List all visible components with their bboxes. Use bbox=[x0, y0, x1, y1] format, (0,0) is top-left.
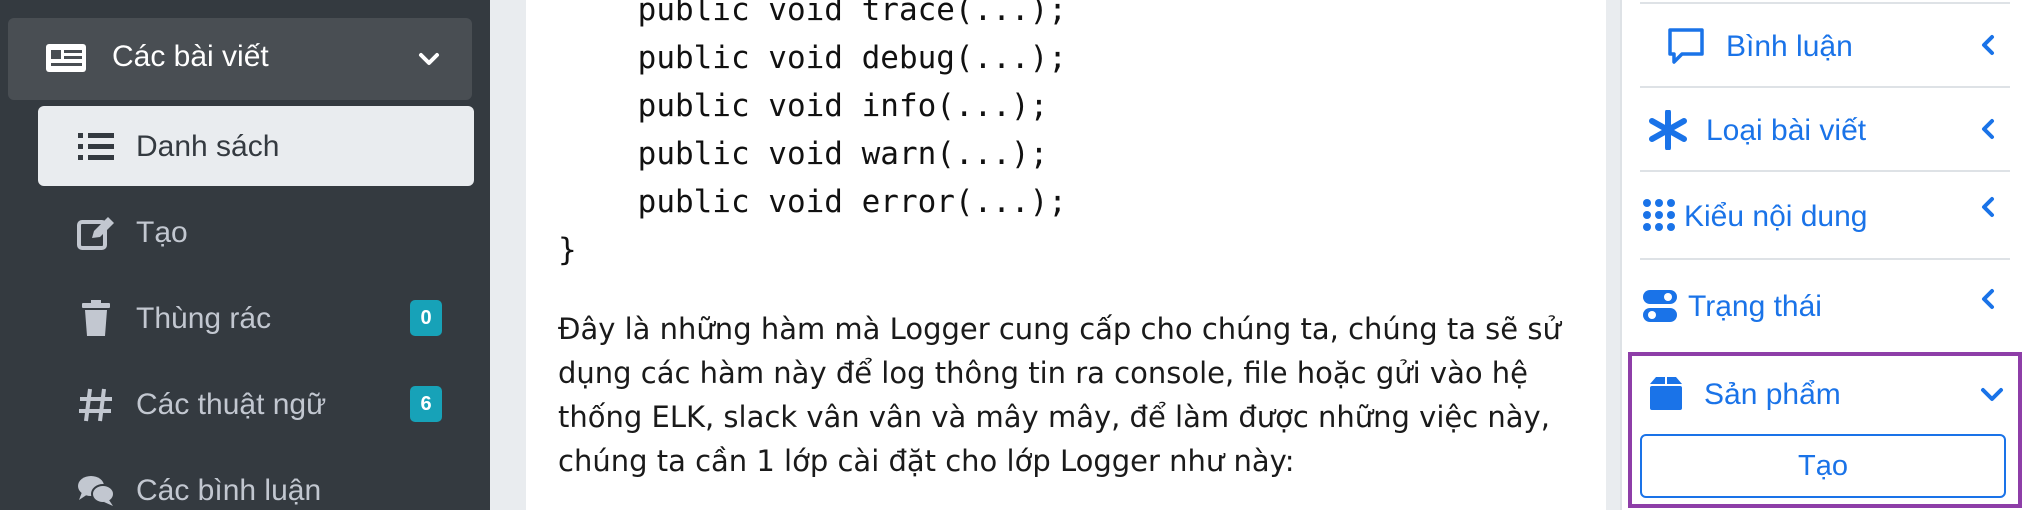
sidebar-item-label: Các thuật ngữ bbox=[136, 388, 327, 421]
list-icon bbox=[78, 133, 114, 160]
chevron-left-icon bbox=[1982, 119, 1994, 139]
chevron-down-icon bbox=[1981, 388, 2003, 401]
create-product-button[interactable]: Tạo bbox=[1640, 434, 2006, 498]
code-line: public void warn(...); bbox=[563, 136, 1049, 172]
panel-item-post-type[interactable]: Loại bài viết bbox=[1640, 88, 2010, 172]
chevron-down-icon bbox=[419, 53, 439, 65]
trash-icon bbox=[82, 300, 110, 336]
panel-item-label: Loại bài viết bbox=[1706, 114, 1867, 147]
panel-item-label: Bình luận bbox=[1726, 30, 1853, 63]
grid-icon bbox=[1643, 199, 1675, 231]
sidebar-item-trash[interactable]: Thùng rác 0 bbox=[38, 278, 474, 358]
chevron-left-icon bbox=[1982, 289, 1994, 309]
comments-icon bbox=[78, 476, 115, 506]
panel-item-content-type[interactable]: Kiểu nội dung bbox=[1640, 172, 2010, 260]
sidebar-item-label: Các bình luận bbox=[136, 474, 322, 507]
chevron-left-icon bbox=[1982, 197, 1994, 217]
paragraph-line: thống ELK, slack vân vân và mây mây, để … bbox=[558, 400, 1550, 434]
paragraph-line: chúng ta cần 1 lớp cài đặt cho lớp Logge… bbox=[558, 444, 1295, 478]
sidebar-item-terms[interactable]: Các thuật ngữ 6 bbox=[38, 364, 474, 444]
sidebar-item-list[interactable]: Danh sách bbox=[38, 106, 474, 186]
right-panel: Bình luận Loại bài viết Kiểu nội dung Tr… bbox=[1620, 0, 2026, 510]
comment-icon bbox=[1668, 28, 1704, 64]
chevron-left-icon bbox=[1982, 35, 1994, 55]
panel-item-product[interactable]: Sản phẩm bbox=[1632, 356, 2018, 432]
code-line: public void info(...); bbox=[563, 88, 1049, 124]
hashtag-icon bbox=[79, 388, 112, 422]
main-content: public void trace(...); public void debu… bbox=[490, 0, 1620, 510]
trash-count-badge: 0 bbox=[410, 300, 442, 336]
code-line: public void debug(...); bbox=[563, 40, 1067, 76]
sidebar-item-label: Tạo bbox=[136, 216, 188, 249]
panel-item-label: Trạng thái bbox=[1688, 290, 1822, 323]
sidebar: Các bài viết Danh sách Tạo Thùng rác 0 C… bbox=[0, 0, 490, 510]
sidebar-item-comments[interactable]: Các bình luận bbox=[38, 450, 474, 510]
sidebar-group-posts[interactable]: Các bài viết bbox=[8, 18, 472, 100]
panel-item-status[interactable]: Trạng thái bbox=[1640, 260, 2010, 348]
sidebar-item-label: Danh sách bbox=[136, 130, 280, 163]
box-icon bbox=[1650, 377, 1682, 410]
paragraph-line: dụng các hàm này để log thông tin ra con… bbox=[558, 356, 1529, 390]
code-line: } bbox=[558, 232, 577, 268]
edit-icon bbox=[77, 217, 114, 250]
asterisk-icon bbox=[1649, 110, 1687, 150]
terms-count-badge: 6 bbox=[410, 386, 442, 422]
paragraph-line: Đây là những hàm mà Logger cung cấp cho … bbox=[558, 312, 1561, 346]
sidebar-item-create[interactable]: Tạo bbox=[38, 192, 474, 272]
product-section: Sản phẩm Tạo bbox=[1628, 352, 2022, 508]
panel-item-label: Kiểu nội dung bbox=[1684, 200, 1868, 233]
code-line: public void error(...); bbox=[563, 184, 1067, 220]
sidebar-group-label: Các bài viết bbox=[112, 40, 269, 73]
panel-item-label: Sản phẩm bbox=[1704, 378, 1841, 411]
article-body: public void trace(...); public void debu… bbox=[526, 0, 1606, 510]
sidebar-item-label: Thùng rác bbox=[136, 302, 272, 335]
code-line: public void trace(...); bbox=[563, 0, 1067, 28]
newspaper-icon bbox=[46, 44, 86, 72]
toggle-icon bbox=[1643, 290, 1677, 322]
panel-item-comments[interactable]: Bình luận bbox=[1640, 4, 2010, 88]
